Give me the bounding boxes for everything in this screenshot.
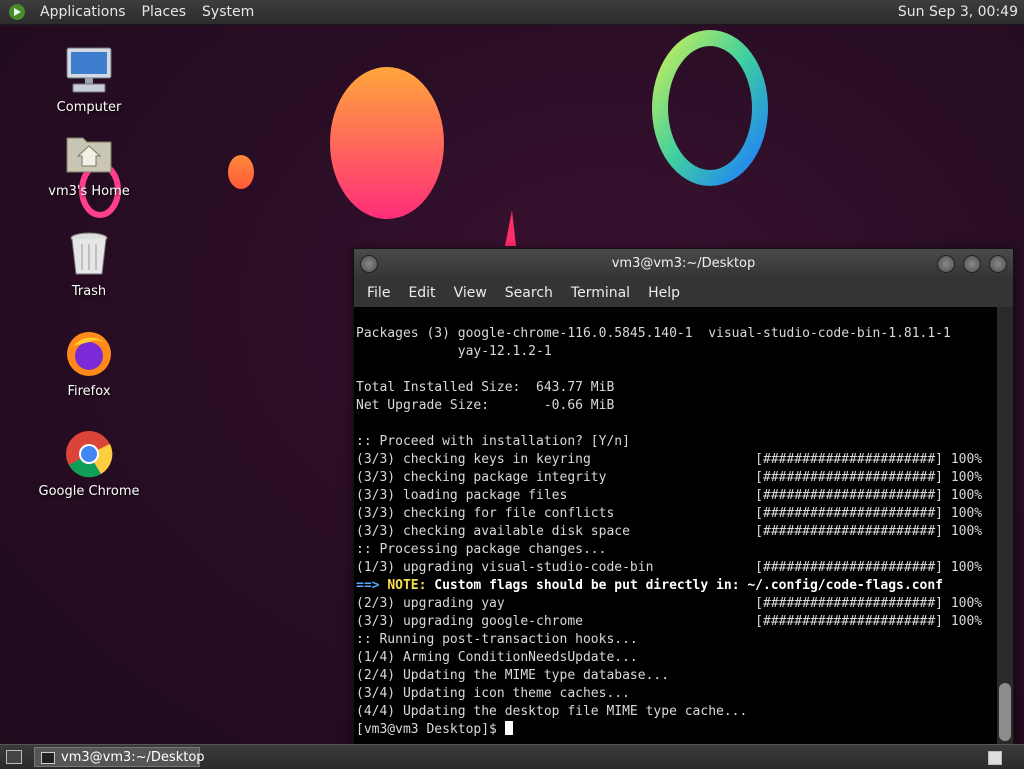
window-titlebar[interactable]: vm3@vm3:~/Desktop <box>354 249 1013 279</box>
terminal-note-line: ==> NOTE: Custom flags should be put dir… <box>356 577 982 595</box>
minimize-button[interactable] <box>937 255 955 273</box>
computer-icon <box>63 44 115 96</box>
desktop-icon-computer[interactable]: Computer <box>34 44 144 115</box>
menu-terminal[interactable]: Terminal <box>562 285 639 301</box>
note-text: Custom flags should be put directly in: … <box>426 578 944 593</box>
terminal-menubar: File Edit View Search Terminal Help <box>354 279 1013 307</box>
terminal-line: (1/3) upgrading visual-studio-code-bin [… <box>356 560 983 575</box>
desktop-icon-label: Computer <box>56 100 122 115</box>
terminal-line: (3/4) Updating icon theme caches... <box>356 686 630 701</box>
desktop-icon-label: Google Chrome <box>38 484 140 499</box>
terminal-line: (3/3) loading package files [###########… <box>356 488 983 503</box>
terminal-line: (3/3) checking available disk space [###… <box>356 524 983 539</box>
menu-applications[interactable]: Applications <box>32 0 134 24</box>
top-panel: Applications Places System Sun Sep 3, 00… <box>0 0 1024 25</box>
desktop-icon-firefox[interactable]: Firefox <box>34 328 144 399</box>
menu-edit[interactable]: Edit <box>399 285 444 301</box>
terminal-line: (2/4) Updating the MIME type database... <box>356 668 670 683</box>
menu-view[interactable]: View <box>445 285 496 301</box>
scrollbar-thumb[interactable] <box>999 683 1011 741</box>
maximize-button[interactable] <box>963 255 981 273</box>
desktop-icon-label: Trash <box>71 284 107 299</box>
terminal-line: (3/3) checking for file conflicts [#####… <box>356 506 983 521</box>
menu-search[interactable]: Search <box>496 285 562 301</box>
terminal-line: (3/3) checking package integrity [######… <box>356 470 983 485</box>
menu-system[interactable]: System <box>194 0 262 24</box>
terminal-window[interactable]: vm3@vm3:~/Desktop File Edit View Search … <box>353 248 1014 746</box>
taskbar-window-label: vm3@vm3:~/Desktop <box>61 750 205 765</box>
terminal-line: :: Proceed with installation? [Y/n] <box>356 434 630 449</box>
distro-logo-icon[interactable] <box>8 3 26 21</box>
terminal-prompt-line[interactable]: [vm3@vm3 Desktop]$ <box>356 721 982 739</box>
desktop-icon-home[interactable]: vm3's Home <box>34 128 144 199</box>
close-button[interactable] <box>989 255 1007 273</box>
window-menu-icon[interactable] <box>360 255 378 273</box>
menu-help[interactable]: Help <box>639 285 689 301</box>
menu-places[interactable]: Places <box>134 0 195 24</box>
terminal-line: (3/3) upgrading google-chrome [#########… <box>356 614 983 629</box>
chrome-icon <box>63 428 115 480</box>
desktop-icon-trash[interactable]: Trash <box>34 228 144 299</box>
firefox-icon <box>63 328 115 380</box>
terminal-output[interactable]: Packages (3) google-chrome-116.0.5845.14… <box>354 307 997 745</box>
terminal-line: :: Processing package changes... <box>356 542 607 557</box>
terminal-line: Packages (3) google-chrome-116.0.5845.14… <box>356 326 951 341</box>
terminal-line: :: Running post-transaction hooks... <box>356 632 638 647</box>
desktop-icon-label: Firefox <box>67 384 111 399</box>
bottom-panel: vm3@vm3:~/Desktop <box>0 744 1024 769</box>
desktop-icon-chrome[interactable]: Google Chrome <box>34 428 144 499</box>
menu-file[interactable]: File <box>358 285 399 301</box>
terminal-line: (4/4) Updating the desktop file MIME typ… <box>356 704 748 719</box>
terminal-small-icon <box>41 752 55 764</box>
terminal-line: (3/3) checking keys in keyring [########… <box>356 452 983 467</box>
text-cursor <box>504 721 513 735</box>
note-arrow: ==> <box>356 578 380 593</box>
trash-icon <box>63 228 115 280</box>
taskbar-window-button[interactable]: vm3@vm3:~/Desktop <box>34 747 205 767</box>
terminal-line: yay-12.1.2-1 <box>356 344 552 359</box>
terminal-line: (1/4) Arming ConditionNeedsUpdate... <box>356 650 638 665</box>
shell-prompt: [vm3@vm3 Desktop]$ <box>356 722 505 737</box>
show-desktop-button[interactable] <box>6 750 22 764</box>
window-title: vm3@vm3:~/Desktop <box>611 256 756 271</box>
note-label: NOTE: <box>387 578 427 593</box>
desktop-icon-label: vm3's Home <box>48 184 130 199</box>
home-folder-icon <box>63 128 115 180</box>
terminal-line: Net Upgrade Size: -0.66 MiB <box>356 398 615 413</box>
terminal-scrollbar[interactable] <box>997 307 1013 745</box>
terminal-line: (2/3) upgrading yay [###################… <box>356 596 983 611</box>
workspace-switcher[interactable] <box>988 751 1002 765</box>
terminal-line: Total Installed Size: 643.77 MiB <box>356 380 615 395</box>
clock[interactable]: Sun Sep 3, 00:49 <box>898 0 1018 24</box>
